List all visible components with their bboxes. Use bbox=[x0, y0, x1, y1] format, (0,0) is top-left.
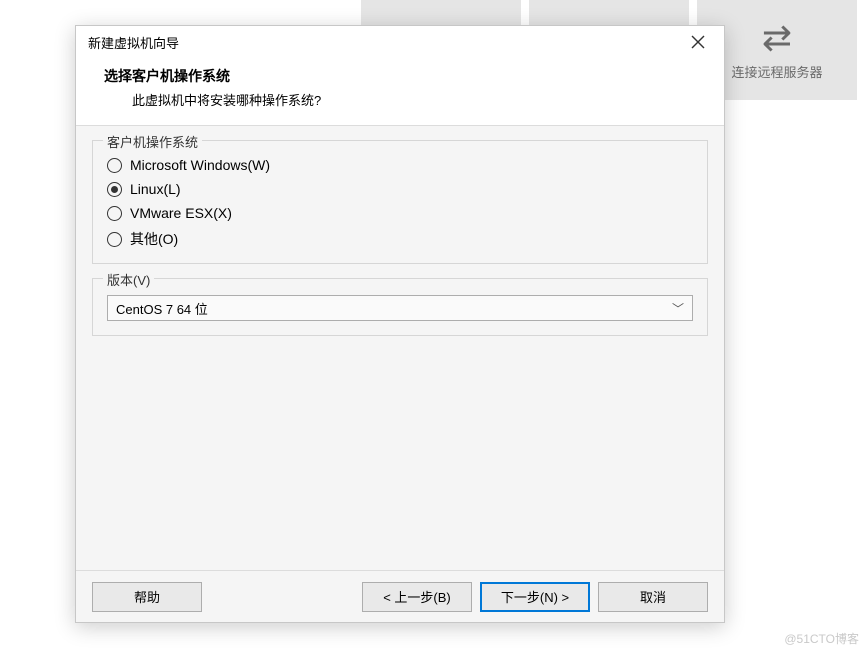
radio-label: Microsoft Windows(W) bbox=[130, 157, 270, 173]
new-vm-wizard-dialog: 新建虚拟机向导 选择客户机操作系统 此虚拟机中将安装哪种操作系统? 客户机操作系… bbox=[75, 25, 725, 623]
radio-label: VMware ESX(X) bbox=[130, 205, 232, 221]
dialog-header: 选择客户机操作系统 此虚拟机中将安装哪种操作系统? bbox=[76, 58, 724, 125]
guest-os-group: 客户机操作系统 Microsoft Windows(W) Linux(L) VM… bbox=[92, 140, 708, 264]
os-option-other[interactable]: 其他(O) bbox=[107, 229, 693, 249]
radio-icon bbox=[107, 232, 122, 247]
os-option-linux[interactable]: Linux(L) bbox=[107, 181, 693, 197]
bg-tile-label: 连接远程服务器 bbox=[731, 62, 822, 81]
os-option-windows[interactable]: Microsoft Windows(W) bbox=[107, 157, 693, 173]
dialog-heading: 选择客户机操作系统 bbox=[104, 66, 696, 86]
version-dropdown[interactable]: CentOS 7 64 位 ﹀ bbox=[107, 295, 693, 321]
close-button[interactable] bbox=[680, 28, 716, 56]
os-option-vmware-esx[interactable]: VMware ESX(X) bbox=[107, 205, 693, 221]
help-button[interactable]: 帮助 bbox=[92, 582, 202, 612]
radio-icon bbox=[107, 206, 122, 221]
version-legend: 版本(V) bbox=[103, 270, 154, 289]
dialog-subheading: 此虚拟机中将安装哪种操作系统? bbox=[104, 90, 696, 109]
radio-label: Linux(L) bbox=[130, 181, 181, 197]
dialog-footer: 帮助 < 上一步(B) 下一步(N) > 取消 bbox=[76, 570, 724, 622]
dialog-body: 客户机操作系统 Microsoft Windows(W) Linux(L) VM… bbox=[76, 125, 724, 570]
guest-os-legend: 客户机操作系统 bbox=[103, 132, 202, 151]
os-radio-list: Microsoft Windows(W) Linux(L) VMware ESX… bbox=[107, 151, 693, 249]
swap-icon: ⇄ bbox=[762, 20, 792, 56]
radio-icon bbox=[107, 182, 122, 197]
next-button[interactable]: 下一步(N) > bbox=[480, 582, 590, 612]
cancel-button[interactable]: 取消 bbox=[598, 582, 708, 612]
version-selected-value: CentOS 7 64 位 bbox=[116, 299, 208, 318]
watermark: @51CTO博客 bbox=[784, 630, 859, 647]
chevron-down-icon: ﹀ bbox=[672, 300, 684, 317]
radio-icon bbox=[107, 158, 122, 173]
version-group: 版本(V) CentOS 7 64 位 ﹀ bbox=[92, 278, 708, 336]
radio-label: 其他(O) bbox=[130, 229, 178, 249]
close-icon bbox=[691, 35, 705, 49]
back-button[interactable]: < 上一步(B) bbox=[362, 582, 472, 612]
dialog-titlebar: 新建虚拟机向导 bbox=[76, 26, 724, 58]
dialog-title: 新建虚拟机向导 bbox=[88, 33, 680, 52]
